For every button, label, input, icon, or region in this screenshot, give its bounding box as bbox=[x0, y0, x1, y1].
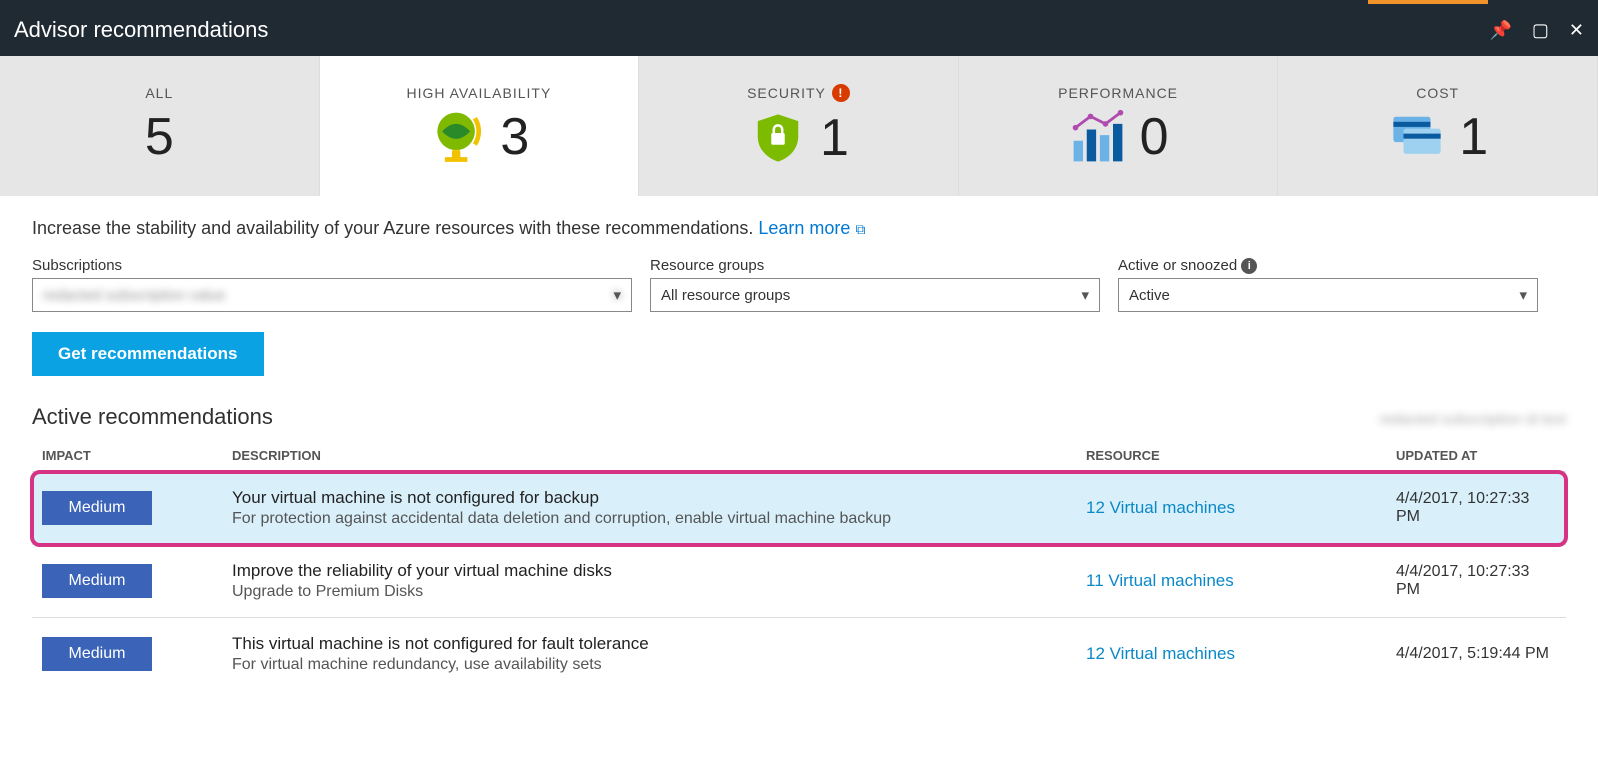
active-snoozed-select[interactable]: Active bbox=[1118, 278, 1538, 312]
tab-security[interactable]: SECURITY! 1 bbox=[639, 56, 959, 196]
tab-cost[interactable]: COST 1 bbox=[1278, 56, 1598, 196]
col-updated[interactable]: UPDATED AT bbox=[1386, 440, 1566, 472]
col-resource[interactable]: RESOURCE bbox=[1076, 440, 1386, 472]
table-row[interactable]: Medium This virtual machine is not confi… bbox=[32, 618, 1566, 691]
alert-icon: ! bbox=[832, 84, 850, 102]
get-recommendations-button[interactable]: Get recommendations bbox=[32, 332, 264, 376]
active-recommendations-heading: Active recommendations bbox=[32, 404, 273, 430]
subscription-info-text: redacted subscription id text bbox=[1379, 411, 1566, 428]
resource-link[interactable]: 12 Virtual machines bbox=[1086, 644, 1235, 663]
tab-label: SECURITY! bbox=[747, 84, 850, 102]
pin-icon[interactable]: 📌 bbox=[1489, 20, 1511, 41]
main-content: Increase the stability and availability … bbox=[0, 196, 1598, 712]
resource-groups-select[interactable]: All resource groups bbox=[650, 278, 1100, 312]
recommendation-title: Your virtual machine is not configured f… bbox=[232, 488, 1066, 508]
close-icon[interactable]: ✕ bbox=[1569, 20, 1584, 41]
col-impact[interactable]: IMPACT bbox=[32, 440, 222, 472]
recommendation-subtitle: For protection against accidental data d… bbox=[232, 510, 1066, 528]
recommendations-table: IMPACT DESCRIPTION RESOURCE UPDATED AT M… bbox=[32, 440, 1566, 690]
subscriptions-label: Subscriptions bbox=[32, 257, 632, 274]
title-bar: Advisor recommendations 📌 ▢ ✕ bbox=[0, 0, 1598, 56]
category-tabs: ALL 5 HIGH AVAILABILITY 3 SECURITY! 1 PE… bbox=[0, 56, 1598, 196]
credit-card-icon bbox=[1387, 107, 1447, 167]
shield-icon bbox=[748, 108, 808, 168]
tab-label: ALL bbox=[145, 85, 173, 101]
table-header-row: IMPACT DESCRIPTION RESOURCE UPDATED AT bbox=[32, 440, 1566, 472]
updated-at: 4/4/2017, 10:27:33 PM bbox=[1386, 545, 1566, 618]
impact-badge: Medium bbox=[42, 637, 152, 671]
recommendation-subtitle: Upgrade to Premium Disks bbox=[232, 583, 1066, 601]
recommendation-title: This virtual machine is not configured f… bbox=[232, 634, 1066, 654]
info-icon[interactable]: i bbox=[1241, 258, 1257, 274]
recommendation-subtitle: For virtual machine redundancy, use avai… bbox=[232, 656, 1066, 674]
filter-row: Subscriptions redacted subscription valu… bbox=[32, 257, 1566, 312]
tab-high-availability[interactable]: HIGH AVAILABILITY 3 bbox=[320, 56, 640, 196]
external-link-icon: ⧉ bbox=[855, 221, 865, 237]
tab-performance[interactable]: PERFORMANCE 0 bbox=[959, 56, 1279, 196]
table-row[interactable]: Medium Your virtual machine is not confi… bbox=[32, 472, 1566, 545]
tab-count: 1 bbox=[820, 108, 849, 168]
resource-link[interactable]: 12 Virtual machines bbox=[1086, 498, 1235, 517]
recommendation-title: Improve the reliability of your virtual … bbox=[232, 561, 1066, 581]
tab-count: 0 bbox=[1140, 107, 1169, 167]
tab-all[interactable]: ALL 5 bbox=[0, 56, 320, 196]
subscriptions-select[interactable]: redacted subscription value bbox=[32, 278, 632, 312]
impact-badge: Medium bbox=[42, 491, 152, 525]
tab-count: 3 bbox=[500, 107, 529, 167]
page-title: Advisor recommendations bbox=[14, 17, 268, 43]
tab-count: 1 bbox=[1459, 107, 1488, 167]
updated-at: 4/4/2017, 5:19:44 PM bbox=[1386, 618, 1566, 691]
tab-label: COST bbox=[1416, 85, 1459, 101]
description-text: Increase the stability and availability … bbox=[32, 218, 1566, 239]
tab-count: 5 bbox=[145, 107, 174, 167]
active-snoozed-label: Active or snoozed i bbox=[1118, 257, 1538, 274]
globe-icon bbox=[428, 107, 488, 167]
window-controls: 📌 ▢ ✕ bbox=[1489, 20, 1584, 41]
tab-label: HIGH AVAILABILITY bbox=[406, 85, 551, 101]
col-description[interactable]: DESCRIPTION bbox=[222, 440, 1076, 472]
maximize-icon[interactable]: ▢ bbox=[1532, 20, 1549, 41]
chart-icon bbox=[1068, 107, 1128, 167]
resource-link[interactable]: 11 Virtual machines bbox=[1086, 571, 1234, 590]
resource-groups-label: Resource groups bbox=[650, 257, 1100, 274]
updated-at: 4/4/2017, 10:27:33 PM bbox=[1386, 472, 1566, 545]
impact-badge: Medium bbox=[42, 564, 152, 598]
tab-label: PERFORMANCE bbox=[1058, 85, 1178, 101]
table-row[interactable]: Medium Improve the reliability of your v… bbox=[32, 545, 1566, 618]
learn-more-link[interactable]: Learn more ⧉ bbox=[758, 218, 865, 238]
